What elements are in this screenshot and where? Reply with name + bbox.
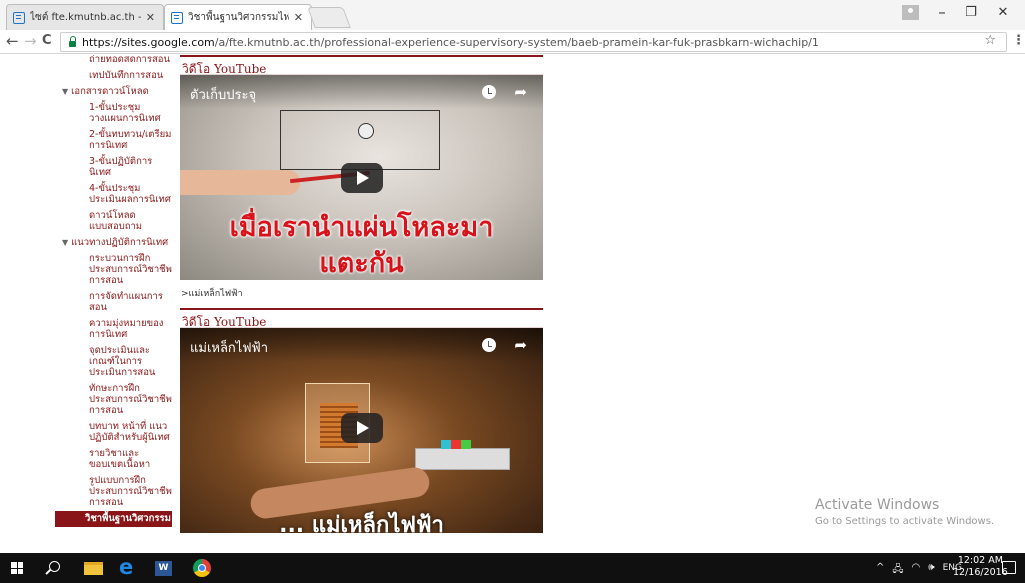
play-button[interactable] <box>340 413 383 443</box>
system-tray: ^ 🖧 ◠ 🕪 ENG <box>876 562 962 579</box>
tab-close-icon[interactable]: ✕ <box>146 11 155 24</box>
url-text: https://sites.google.com/a/fte.kmutnb.ac… <box>82 36 819 49</box>
url-host: https://sites.google.com <box>82 35 215 49</box>
action-center-icon[interactable] <box>1002 561 1016 574</box>
file-explorer-icon[interactable] <box>84 562 103 575</box>
tab-title: ไซต์ fte.kmutnb.ac.th - Go <box>30 12 141 23</box>
section-header-youtube: วิดีโอ YouTube <box>180 55 543 76</box>
electromagnet-link[interactable]: >แม่เหล็กไฟฟ้า <box>180 280 543 308</box>
new-tab-button[interactable] <box>307 7 351 28</box>
sidebar-item-course-scope[interactable]: รายวิชาและขอบเขตเนื้อหา <box>55 446 172 473</box>
sites-favicon-icon <box>13 11 25 24</box>
play-button[interactable] <box>340 162 383 193</box>
url-path: /a/fte.kmutnb.ac.th/professional-experie… <box>214 35 819 49</box>
watch-later-icon[interactable] <box>482 85 497 99</box>
word-icon[interactable]: W <box>155 561 172 576</box>
tab-close-icon[interactable]: ✕ <box>294 11 303 24</box>
sidebar-item-downloads[interactable]: ▼ เอกสารดาวน์โหลด <box>55 84 172 100</box>
reload-icon[interactable]: C <box>42 33 52 48</box>
close-button[interactable]: ✕ <box>990 5 1016 27</box>
tab-strip: ไซต์ fte.kmutnb.ac.th - Go ✕ วิชาพื้นฐาน… <box>0 0 1025 30</box>
sidebar-item-teaching-skills[interactable]: ทักษะการฝึกประสบการณ์วิชาชีพการสอน <box>55 381 172 419</box>
sidebar-item-training-format[interactable]: รูปแบบการฝึกประสบการณ์วิชาชีพการสอน <box>55 473 172 511</box>
clock-date: 12/16/2016 <box>953 567 1008 578</box>
main-content: วิดีโอ YouTube ตัวเก็บประจุ ➦ เมื่อเรานำ… <box>180 55 543 533</box>
youtube-video-capacitor[interactable]: ตัวเก็บประจุ ➦ เมื่อเรานำแผ่นโหละมา แตะก… <box>180 75 543 280</box>
search-icon[interactable] <box>49 561 60 572</box>
tab-fte-site[interactable]: ไซต์ fte.kmutnb.ac.th - Go ✕ <box>6 4 164 30</box>
network-icon[interactable]: 🖧 <box>892 562 903 579</box>
profile-icon[interactable] <box>902 5 919 20</box>
back-icon[interactable]: ← <box>6 32 19 50</box>
sidebar-item-step2[interactable]: 2-ขั้นทบทวน/เตรียมการนิเทศ <box>55 127 172 154</box>
share-icon[interactable]: ➦ <box>514 85 527 100</box>
video-thumbnail-circuit <box>280 110 440 170</box>
video-caption: ... แม่เหล็กไฟฟ้า <box>279 513 444 533</box>
watermark-subtitle: Go to Settings to activate Windows. <box>815 516 995 527</box>
address-bar[interactable]: https://sites.google.com/a/fte.kmutnb.ac… <box>60 32 1007 52</box>
video-actions: ➦ <box>482 85 527 100</box>
show-hidden-icons-icon[interactable]: ^ <box>876 562 884 579</box>
collapse-arrow-icon[interactable]: ▼ <box>62 86 68 97</box>
maximize-button[interactable]: ❐ <box>958 5 984 27</box>
tab-active-page[interactable]: วิชาพื้นฐานวิศวกรรมไฟฟ้า (P ✕ <box>164 4 312 30</box>
share-icon[interactable]: ➦ <box>514 338 527 353</box>
volume-icon[interactable]: 🕪 <box>928 562 934 579</box>
sidebar-item-evaluation-criteria[interactable]: จุดประเมินและเกณฑ์ในการประเมินการสอน <box>55 343 172 381</box>
watch-later-icon[interactable] <box>482 338 497 352</box>
minimize-button[interactable]: – <box>929 3 955 25</box>
video-thumbnail-hand <box>180 170 300 195</box>
sidebar-item-supervisor-roles[interactable]: บทบาท หน้าที่ แนวปฏิบัติสำหรับผู้นิเทศ <box>55 419 172 446</box>
sidebar-nav: ถ่ายทอดสดการสอน เทปบันทึกการสอน ▼ เอกสารด… <box>55 55 172 552</box>
edge-browser-icon[interactable]: e <box>119 556 139 578</box>
sites-favicon-icon <box>171 11 183 24</box>
clock-time: 12:02 AM <box>957 555 1003 566</box>
sidebar-item-live-teaching[interactable]: ถ่ายทอดสดการสอน <box>55 55 172 68</box>
sidebar-item-step4[interactable]: 4-ขั้นประชุมประเมินผลการนิเทศ <box>55 181 172 208</box>
wifi-icon[interactable]: ◠ <box>912 562 921 579</box>
sidebar-item-guidelines[interactable]: ▼ แนวทางปฏิบัติการนิเทศ <box>55 235 172 251</box>
section-header-youtube: วิดีโอ YouTube <box>180 308 543 329</box>
windows-start-icon[interactable] <box>11 562 23 574</box>
sidebar-item-questionnaire[interactable]: ดาวน์โหลดแบบสอบถาม <box>55 208 172 235</box>
collapse-arrow-icon[interactable]: ▼ <box>62 237 68 248</box>
sidebar-item-step3[interactable]: 3-ขั้นปฏิบัติการนิเทศ <box>55 154 172 181</box>
chrome-icon[interactable] <box>193 559 211 577</box>
sidebar-item-step1[interactable]: 1-ขั้นประชุมวางแผนการนิเทศ <box>55 100 172 127</box>
taskbar: e W ^ 🖧 ◠ 🕪 ENG 12:02 AM 12/16/2016 <box>0 553 1025 583</box>
sidebar-item-basic-engineering[interactable]: วิชาพื้นฐานวิศวกรรม <box>55 511 172 527</box>
sidebar-item-recorded-teaching[interactable]: เทปบันทึกการสอน <box>55 68 172 84</box>
sidebar-item-training-process[interactable]: กระบวนการฝึกประสบการณ์วิชาชีพการสอน <box>55 251 172 289</box>
video-caption: แตะกัน <box>319 248 404 279</box>
watermark-title: Activate Windows <box>815 497 940 513</box>
activate-windows-watermark: Activate Windows Go to Settings to activ… <box>815 497 994 527</box>
forward-icon[interactable]: → <box>24 32 37 50</box>
sidebar-item-lesson-plan[interactable]: การจัดทำแผนการสอน <box>55 289 172 316</box>
sidebar-item-supervision-goals[interactable]: ความมุ่งหมายของการนิเทศ <box>55 316 172 343</box>
video-thumbnail-cart <box>415 440 510 470</box>
video-thumbnail-meter <box>358 123 374 139</box>
youtube-video-electromagnet[interactable]: แม่เหล็กไฟฟ้า ➦ ... แม่เหล็กไฟฟ้า <box>180 328 543 533</box>
tab-title: วิชาพื้นฐานวิศวกรรมไฟฟ้า (P <box>188 12 289 23</box>
bookmark-star-icon[interactable]: ☆ <box>984 33 996 48</box>
taskbar-clock[interactable]: 12:02 AM 12/16/2016 <box>953 555 1008 579</box>
browser-toolbar: ← → C https://sites.google.com/a/fte.kmu… <box>0 30 1025 54</box>
video-actions: ➦ <box>482 338 527 353</box>
browser-menu-icon[interactable]: ⋮ <box>1012 33 1025 48</box>
secure-lock-icon <box>69 36 76 47</box>
